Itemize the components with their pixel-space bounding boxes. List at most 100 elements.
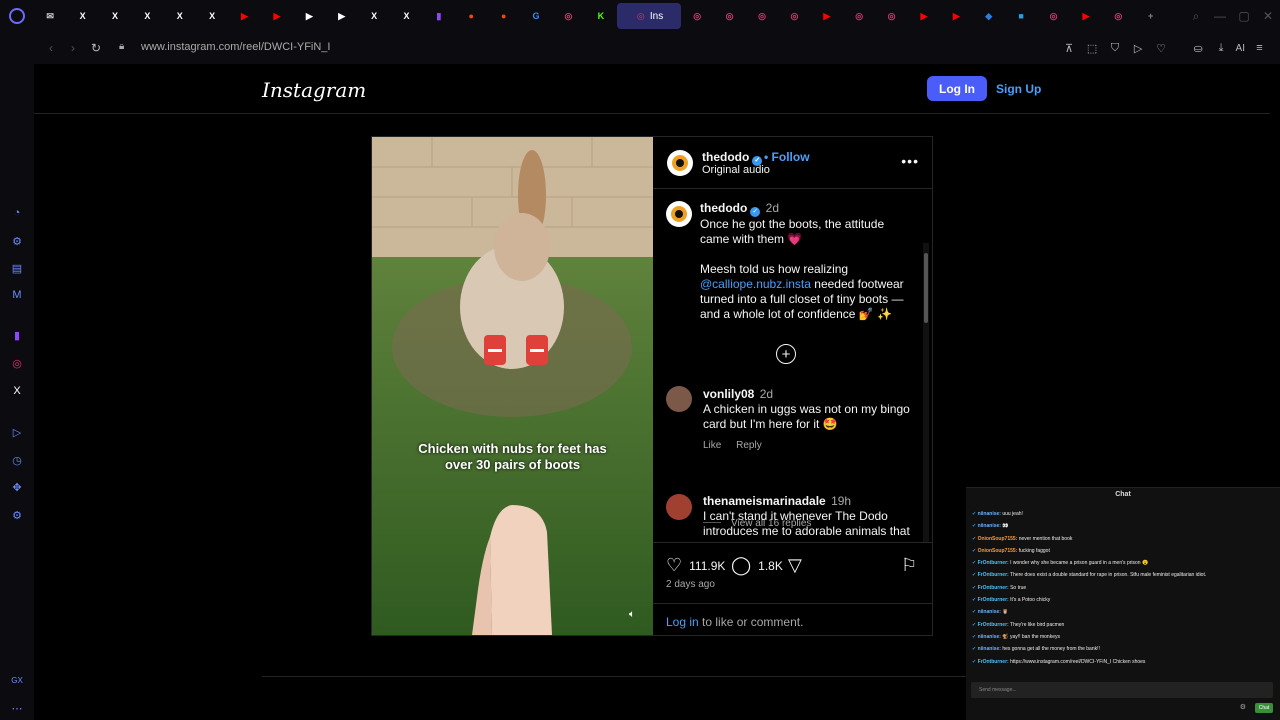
tab[interactable]: K [585, 0, 617, 32]
gx-corner-icon[interactable]: ▤ [9, 260, 25, 276]
gx-control-icon[interactable]: ⚙ [9, 233, 25, 249]
share-icon[interactable]: ▽ [788, 555, 802, 576]
minimize-icon[interactable]: — [1208, 0, 1232, 32]
chat-username[interactable]: FrOntburner: [978, 597, 1009, 603]
back-icon[interactable]: ‹ [40, 41, 62, 55]
tab[interactable]: ◎ [1102, 0, 1134, 32]
reel-video[interactable]: Chicken with nubs for feet has over 30 p… [372, 137, 653, 635]
audio-label[interactable]: Original audio [702, 164, 770, 176]
tab[interactable]: ◎ [713, 0, 745, 32]
instagram-logo[interactable]: Instagram [262, 78, 366, 102]
tab[interactable]: ▶ [293, 0, 325, 32]
avatar[interactable] [666, 386, 692, 412]
instagram-sidebar-icon[interactable]: ◎ [9, 355, 25, 371]
follow-button[interactable]: • Follow [764, 150, 810, 164]
chat-username[interactable]: OnionSoup7155: [978, 536, 1018, 542]
load-more-icon[interactable]: + [776, 344, 796, 364]
x-sidebar-icon[interactable]: X [9, 383, 25, 399]
ai-button[interactable]: AI [1236, 40, 1245, 56]
avatar[interactable] [666, 494, 692, 520]
chat-username[interactable]: FrOntburner: [978, 585, 1009, 591]
tab[interactable]: ▶ [326, 0, 358, 32]
bookmark-icon[interactable]: ⚐ [901, 555, 917, 576]
player-icon[interactable]: M [9, 287, 25, 303]
comment-icon[interactable]: ◯ [731, 555, 751, 576]
chat-username[interactable]: FrOntburner: [978, 572, 1009, 578]
caption-username[interactable]: thedodo [700, 201, 747, 215]
login-button[interactable]: Log In [927, 76, 987, 101]
like-link[interactable]: Like [703, 440, 721, 451]
opera-gx-logo-icon[interactable] [0, 0, 34, 32]
close-window-icon[interactable]: ✕ [1256, 0, 1280, 32]
mute-icon[interactable]: 🔈︎ [625, 607, 639, 621]
tab[interactable]: G [520, 0, 552, 32]
tab[interactable]: ◎ [681, 0, 713, 32]
comments-scrollbar[interactable] [923, 243, 929, 542]
tab[interactable]: ▶ [940, 0, 972, 32]
settings-icon[interactable]: ⚙ [9, 507, 25, 523]
speed-dial-icon[interactable]: ◔ [9, 205, 25, 221]
chat-username[interactable]: FrOntburner: [978, 560, 1009, 566]
chat-settings-icon[interactable]: ⚙ [1240, 703, 1246, 711]
tab[interactable]: ◎ [778, 0, 810, 32]
menu-icon[interactable]: ≡ [1251, 40, 1268, 56]
save-action[interactable]: ⚐ [901, 555, 917, 576]
tab[interactable]: X [131, 0, 163, 32]
more-sidebar-icon[interactable]: ⋯ [9, 700, 25, 716]
tab[interactable]: X [196, 0, 228, 32]
twitch-sidebar-icon[interactable]: ▮ [9, 327, 25, 343]
share-action[interactable]: ▽ [788, 555, 802, 576]
tab[interactable]: X [99, 0, 131, 32]
shield-icon[interactable]: ⛉ [1107, 40, 1124, 56]
tab[interactable]: X [358, 0, 390, 32]
tab[interactable]: ▶ [261, 0, 293, 32]
avatar[interactable] [666, 201, 692, 227]
chat-input[interactable]: Send message... [971, 682, 1273, 698]
tab[interactable]: X [390, 0, 422, 32]
heart-icon[interactable]: ♡ [666, 555, 682, 576]
tab[interactable]: ◎ [843, 0, 875, 32]
tab[interactable]: X [164, 0, 196, 32]
tab[interactable]: ✉ [34, 0, 66, 32]
comment-action[interactable]: ◯ 1.8K [731, 555, 783, 576]
player-sidebar-icon[interactable]: ▷ [9, 424, 25, 440]
chat-send-button[interactable]: Chat [1255, 703, 1273, 713]
play-icon[interactable]: ▷ [1130, 40, 1147, 56]
chat-username[interactable]: OnionSoup7155: [978, 548, 1018, 554]
tab[interactable]: ▮ [423, 0, 455, 32]
tab[interactable]: ◆ [973, 0, 1005, 32]
tab[interactable]: ◎ [746, 0, 778, 32]
comment-username[interactable]: thenameismarinadale [703, 494, 826, 508]
tab[interactable]: ▶ [228, 0, 260, 32]
chat-username[interactable]: FrOntburner: [978, 622, 1009, 628]
caption-mention[interactable]: @calliope.nubz.insta [700, 277, 811, 291]
tab[interactable]: ● [487, 0, 519, 32]
extensions-icon[interactable]: ✥ [9, 479, 25, 495]
avatar[interactable] [667, 150, 693, 176]
reload-icon[interactable]: ↻ [85, 41, 107, 55]
chat-username[interactable]: niinanise: [978, 646, 1001, 652]
heart-icon[interactable]: ♡ [1153, 40, 1170, 56]
pin-icon[interactable]: ⊼ [1061, 40, 1078, 56]
maximize-icon[interactable]: ▢ [1232, 0, 1256, 32]
login-link[interactable]: Log in [666, 615, 699, 629]
tab[interactable]: ■ [1005, 0, 1037, 32]
chat-username[interactable]: niinanise: [978, 609, 1001, 615]
search-tabs-icon[interactable]: ⌕ [1184, 0, 1208, 32]
like-action[interactable]: ♡ 111.9K [666, 555, 725, 576]
gx-icon[interactable]: GX [9, 672, 25, 688]
wallet-icon[interactable]: ⛀ [1190, 40, 1207, 56]
history-icon[interactable]: ◷ [9, 452, 25, 468]
tab[interactable]: ▶ [908, 0, 940, 32]
forward-icon[interactable]: › [62, 41, 84, 55]
tab[interactable]: X [66, 0, 98, 32]
snapshot-icon[interactable]: ⬚ [1084, 40, 1101, 56]
chat-username[interactable]: niinanise: [978, 523, 1001, 529]
download-icon[interactable]: ⤓ [1213, 40, 1230, 56]
chat-username[interactable]: FrOntburner: [978, 659, 1009, 665]
tab-active[interactable]: ◎ Ins [617, 3, 682, 29]
tab[interactable]: ◎ [552, 0, 584, 32]
tab[interactable]: ▶ [811, 0, 843, 32]
chat-username[interactable]: niinanise: [978, 511, 1001, 517]
chat-username[interactable]: niinanise: [978, 634, 1001, 640]
